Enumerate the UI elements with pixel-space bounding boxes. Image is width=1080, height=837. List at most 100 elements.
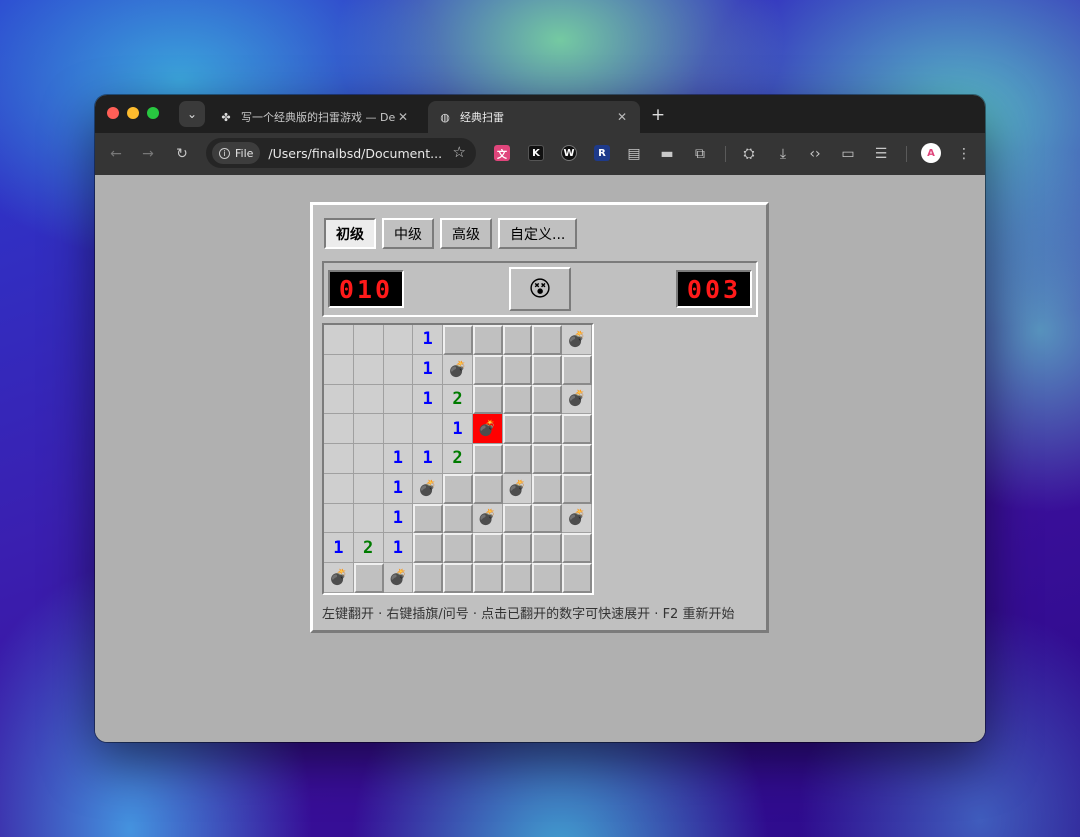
level-expert-button[interactable]: 高级 [440,218,492,249]
covered-cell[interactable] [562,473,592,504]
mine-cell[interactable]: 💣 [562,384,592,415]
number-cell[interactable]: 1 [383,533,414,564]
extension-bar-icon[interactable]: ▬ [655,142,679,166]
cast-icon[interactable]: ▭ [836,142,860,166]
covered-cell[interactable] [562,563,592,593]
open-cell[interactable] [353,473,384,504]
number-cell[interactable]: 1 [324,533,354,564]
address-bar[interactable]: i File /Users/finalbsd/Document... ☆ [206,138,476,168]
number-cell[interactable]: 1 [383,444,414,474]
covered-cell[interactable] [532,503,563,534]
number-cell[interactable]: 2 [443,384,473,415]
covered-cell[interactable] [532,354,563,385]
devtools-code-icon[interactable]: ‹› [803,142,827,166]
covered-cell[interactable] [562,444,592,474]
number-cell[interactable]: 1 [413,325,444,355]
tab-close-icon[interactable]: ✕ [614,110,630,124]
covered-cell[interactable] [443,563,473,593]
level-beginner-button[interactable]: 初级 [324,218,376,249]
mine-cell[interactable]: 💣 [413,473,444,504]
covered-cell[interactable] [413,563,444,593]
extension-r-icon[interactable]: R [594,145,610,161]
covered-cell[interactable] [502,325,533,355]
number-cell[interactable]: 1 [413,384,444,415]
level-custom-button[interactable]: 自定义... [498,218,578,249]
extension-translate-icon[interactable]: 文 [494,145,510,161]
covered-cell[interactable] [532,473,563,504]
open-cell[interactable] [353,384,384,415]
reset-face-button[interactable]: 😵 [509,267,571,311]
open-cell[interactable] [324,444,354,474]
covered-cell[interactable] [502,384,533,415]
covered-cell[interactable] [502,354,533,385]
covered-cell[interactable] [443,503,473,534]
number-cell[interactable]: 2 [353,533,384,564]
open-cell[interactable] [383,354,414,385]
menu-kebab-icon[interactable]: ⋮ [952,142,976,166]
number-cell[interactable]: 1 [443,414,473,445]
open-cell[interactable] [353,325,384,355]
number-cell[interactable]: 1 [383,473,414,504]
covered-cell[interactable] [532,384,563,415]
covered-cell[interactable] [562,533,592,564]
number-cell[interactable]: 1 [413,354,444,385]
number-cell[interactable]: 2 [443,444,473,474]
open-cell[interactable] [383,325,414,355]
covered-cell[interactable] [472,384,503,415]
exploded-mine-cell[interactable]: 💣 [472,414,503,445]
incognito-icon[interactable]: ⛭ [737,142,761,166]
covered-cell[interactable] [562,414,592,445]
reload-icon[interactable]: ↻ [170,142,194,166]
mine-cell[interactable]: 💣 [502,473,533,504]
covered-cell[interactable] [353,563,384,593]
mine-cell[interactable]: 💣 [472,503,503,534]
extensions-puzzle-icon[interactable]: ⧉ [688,142,712,166]
covered-cell[interactable] [502,533,533,564]
open-cell[interactable] [383,384,414,415]
covered-cell[interactable] [413,533,444,564]
covered-cell[interactable] [532,414,563,445]
open-cell[interactable] [324,354,354,385]
covered-cell[interactable] [532,325,563,355]
reading-list-icon[interactable]: ☰ [869,142,893,166]
covered-cell[interactable] [413,503,444,534]
level-intermediate-button[interactable]: 中级 [382,218,434,249]
open-cell[interactable] [324,503,354,534]
open-cell[interactable] [353,354,384,385]
open-cell[interactable] [353,414,384,445]
back-icon[interactable]: ← [104,142,128,166]
extension-k-icon[interactable]: K [528,145,544,161]
covered-cell[interactable] [532,533,563,564]
covered-cell[interactable] [472,325,503,355]
covered-cell[interactable] [472,354,503,385]
covered-cell[interactable] [472,533,503,564]
open-cell[interactable] [353,444,384,474]
open-cell[interactable] [324,384,354,415]
site-info-chip[interactable]: i File [212,142,261,164]
mine-cell[interactable]: 💣 [383,563,414,593]
profile-avatar[interactable]: A [921,143,941,163]
mine-cell[interactable]: 💣 [562,503,592,534]
bookmark-star-icon[interactable]: ☆ [453,143,466,161]
forward-icon[interactable]: → [136,142,160,166]
open-cell[interactable] [383,414,414,445]
mine-cell[interactable]: 💣 [324,563,354,593]
covered-cell[interactable] [502,414,533,445]
number-cell[interactable]: 1 [413,444,444,474]
covered-cell[interactable] [502,503,533,534]
covered-cell[interactable] [562,354,592,385]
close-window-button[interactable] [107,107,119,119]
tab-deepseek[interactable]: ✤ 写一个经典版的扫雷游戏 — De ✕ [209,101,421,133]
minimize-window-button[interactable] [127,107,139,119]
reader-card-icon[interactable]: ▤ [622,142,646,166]
covered-cell[interactable] [443,325,473,355]
covered-cell[interactable] [532,444,563,474]
open-cell[interactable] [324,473,354,504]
covered-cell[interactable] [532,563,563,593]
open-cell[interactable] [413,414,444,445]
covered-cell[interactable] [472,563,503,593]
open-cell[interactable] [324,325,354,355]
open-cell[interactable] [324,414,354,445]
open-cell[interactable] [353,503,384,534]
covered-cell[interactable] [472,473,503,504]
